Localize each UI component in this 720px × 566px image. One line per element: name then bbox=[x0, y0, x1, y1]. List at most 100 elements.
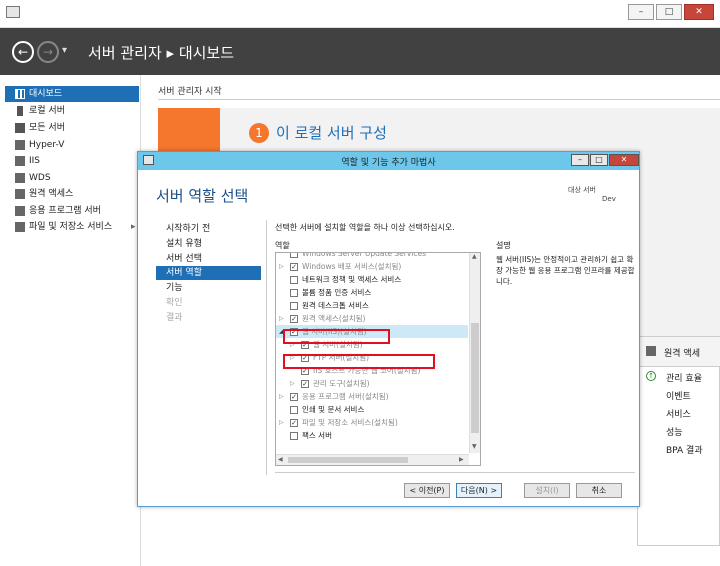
scrollbar-thumb[interactable] bbox=[288, 457, 408, 463]
expand-arrow-icon[interactable]: ▷ bbox=[279, 416, 287, 429]
role-label: 원격 데스크톱 서비스 bbox=[302, 301, 369, 310]
roles-label: 역할 bbox=[275, 241, 290, 250]
role-checkbox[interactable] bbox=[290, 393, 298, 401]
iis-icon bbox=[15, 156, 25, 166]
role-row[interactable]: 원격 데스크톱 서비스 bbox=[276, 299, 468, 312]
role-row[interactable]: ▷ 응용 프로그램 서버(설치됨) bbox=[276, 390, 468, 403]
maximize-button[interactable]: □ bbox=[656, 4, 682, 20]
role-label: 파일 및 저장소 서비스(설치됨) bbox=[302, 418, 398, 427]
role-checkbox[interactable] bbox=[290, 276, 298, 284]
tile-title: 원격 액세 bbox=[664, 349, 700, 359]
expand-arrow-icon[interactable]: ▷ bbox=[290, 377, 298, 390]
step-server-selection[interactable]: 서버 선택 bbox=[156, 252, 261, 266]
role-label: Windows Server Update Services bbox=[302, 252, 427, 258]
role-row[interactable]: ▷ 파일 및 저장소 서비스(설치됨) bbox=[276, 416, 468, 429]
role-row[interactable]: 팩스 서버 bbox=[276, 429, 468, 442]
chevron-right-icon[interactable]: ▸ bbox=[131, 219, 136, 235]
role-row[interactable]: ▷ 관리 도구(설치됨) bbox=[276, 377, 468, 390]
role-checkbox[interactable] bbox=[290, 419, 298, 427]
vertical-scrollbar[interactable]: ▲ ▼ bbox=[469, 253, 480, 453]
tile-item[interactable]: 이벤트 bbox=[666, 389, 691, 402]
role-row[interactable]: ▷ 원격 액세스(설치됨) bbox=[276, 312, 468, 325]
app-icon bbox=[6, 6, 20, 18]
role-label: 팩스 서버 bbox=[302, 431, 332, 440]
role-row[interactable]: Windows Server Update Services bbox=[276, 252, 468, 260]
role-checkbox[interactable] bbox=[290, 289, 298, 297]
dialog-close-button[interactable]: ✕ bbox=[609, 154, 639, 166]
hyperv-icon bbox=[15, 140, 25, 150]
minimize-button[interactable]: – bbox=[628, 4, 654, 20]
horizontal-scrollbar[interactable]: ◀ ▶ bbox=[276, 454, 469, 465]
role-row[interactable]: ▷ Windows 배포 서비스(설치됨) bbox=[276, 260, 468, 273]
step-server-roles[interactable]: 서버 역할 bbox=[156, 266, 261, 280]
role-label: 원격 액세스(설치됨) bbox=[302, 314, 366, 323]
highlight-box-iis bbox=[283, 329, 390, 344]
status-ok-icon: ↑ bbox=[646, 371, 656, 381]
expand-arrow-icon[interactable]: ▷ bbox=[279, 390, 287, 403]
scroll-up-icon[interactable]: ▲ bbox=[472, 253, 477, 260]
previous-button[interactable]: < 이전(P) bbox=[404, 483, 450, 498]
role-checkbox[interactable] bbox=[290, 253, 298, 258]
configure-local-server-link[interactable]: 이 로컬 서버 구성 bbox=[276, 122, 387, 143]
tile-header: 원격 액세 bbox=[638, 337, 720, 367]
role-label: Windows 배포 서비스(설치됨) bbox=[302, 262, 402, 271]
role-row[interactable]: 인쇄 및 문서 서비스 bbox=[276, 403, 468, 416]
role-checkbox[interactable] bbox=[301, 380, 309, 388]
back-button[interactable]: ← bbox=[12, 41, 34, 63]
role-row[interactable]: 볼륨 정품 인증 서비스 bbox=[276, 286, 468, 299]
sidebar-item-file-storage[interactable]: 파일 및 저장소 서비스 ▸ bbox=[5, 219, 139, 235]
tile-item[interactable]: BPA 결과 bbox=[666, 443, 703, 456]
description-text: 웹 서버(IIS)는 안정적이고 관리하기 쉽고 확장 가능한 웹 응용 프로그… bbox=[496, 255, 635, 286]
role-checkbox[interactable] bbox=[290, 406, 298, 414]
step-features[interactable]: 기능 bbox=[156, 281, 261, 295]
role-checkbox[interactable] bbox=[290, 315, 298, 323]
next-button[interactable]: 다음(N) > bbox=[456, 483, 502, 498]
sidebar-item-local-server[interactable]: 로컬 서버 bbox=[5, 103, 139, 119]
sidebar-item-iis[interactable]: IIS bbox=[5, 153, 139, 169]
dialog-minimize-button[interactable]: – bbox=[571, 154, 589, 166]
tile-item[interactable]: 서비스 bbox=[666, 407, 691, 420]
role-row[interactable]: 네트워크 정책 및 액세스 서비스 bbox=[276, 273, 468, 286]
role-checkbox[interactable] bbox=[290, 432, 298, 440]
server-icon bbox=[17, 106, 23, 116]
step-number-badge: 1 bbox=[249, 123, 269, 143]
sidebar-item-label: 응용 프로그램 서버 bbox=[29, 206, 101, 216]
scroll-down-icon[interactable]: ▼ bbox=[472, 443, 477, 450]
section-label: 서버 관리자 시작 bbox=[158, 87, 222, 97]
role-checkbox[interactable] bbox=[290, 263, 298, 271]
cancel-button[interactable]: 취소 bbox=[576, 483, 622, 498]
scroll-left-icon[interactable]: ◀ bbox=[278, 456, 283, 463]
role-checkbox[interactable] bbox=[290, 302, 298, 310]
step-before-you-begin[interactable]: 시작하기 전 bbox=[156, 222, 261, 236]
breadcrumb: 서버 관리자 ▸ 대시보드 bbox=[88, 44, 235, 62]
app-server-icon bbox=[15, 206, 25, 216]
close-button[interactable]: ✕ bbox=[684, 4, 714, 20]
sidebar-item-hyperv[interactable]: Hyper-V bbox=[5, 137, 139, 153]
expand-arrow-icon[interactable]: ▷ bbox=[279, 260, 287, 273]
expand-arrow-icon[interactable]: ▷ bbox=[279, 312, 287, 325]
step-results: 결과 bbox=[166, 313, 183, 323]
file-storage-icon bbox=[15, 222, 25, 232]
sidebar-item-app-server[interactable]: 응용 프로그램 서버 bbox=[5, 203, 139, 219]
sidebar-item-wds[interactable]: WDS bbox=[5, 170, 139, 186]
nav-dropdown-icon[interactable]: ▾ bbox=[62, 45, 67, 56]
role-label: 볼륨 정품 인증 서비스 bbox=[302, 288, 372, 297]
sidebar-item-all-servers[interactable]: 모든 서버 bbox=[5, 120, 139, 136]
sidebar-item-label: WDS bbox=[29, 173, 51, 183]
sidebar-item-remote-access[interactable]: 원격 액세스 bbox=[5, 186, 139, 202]
role-label: 네트워크 정책 및 액세스 서비스 bbox=[302, 275, 402, 284]
sidebar-item-label: 모든 서버 bbox=[29, 123, 65, 133]
scrollbar-thumb[interactable] bbox=[471, 323, 479, 433]
step-installation-type[interactable]: 설치 유형 bbox=[156, 237, 261, 251]
tile-item[interactable]: 관리 효율 bbox=[666, 371, 702, 384]
window-titlebar: – □ ✕ bbox=[0, 0, 720, 28]
scroll-right-icon[interactable]: ▶ bbox=[459, 456, 464, 463]
sidebar-item-dashboard[interactable]: 대시보드 bbox=[5, 86, 139, 102]
remote-access-icon bbox=[646, 346, 656, 356]
tile-item[interactable]: 성능 bbox=[666, 425, 683, 438]
dialog-maximize-button[interactable]: □ bbox=[590, 154, 608, 166]
sidebar-item-label: 파일 및 저장소 서비스 bbox=[29, 222, 113, 232]
install-button: 설치(I) bbox=[524, 483, 570, 498]
forward-button[interactable]: → bbox=[37, 41, 59, 63]
destination-server-label: 대상 서버 bbox=[568, 186, 596, 194]
